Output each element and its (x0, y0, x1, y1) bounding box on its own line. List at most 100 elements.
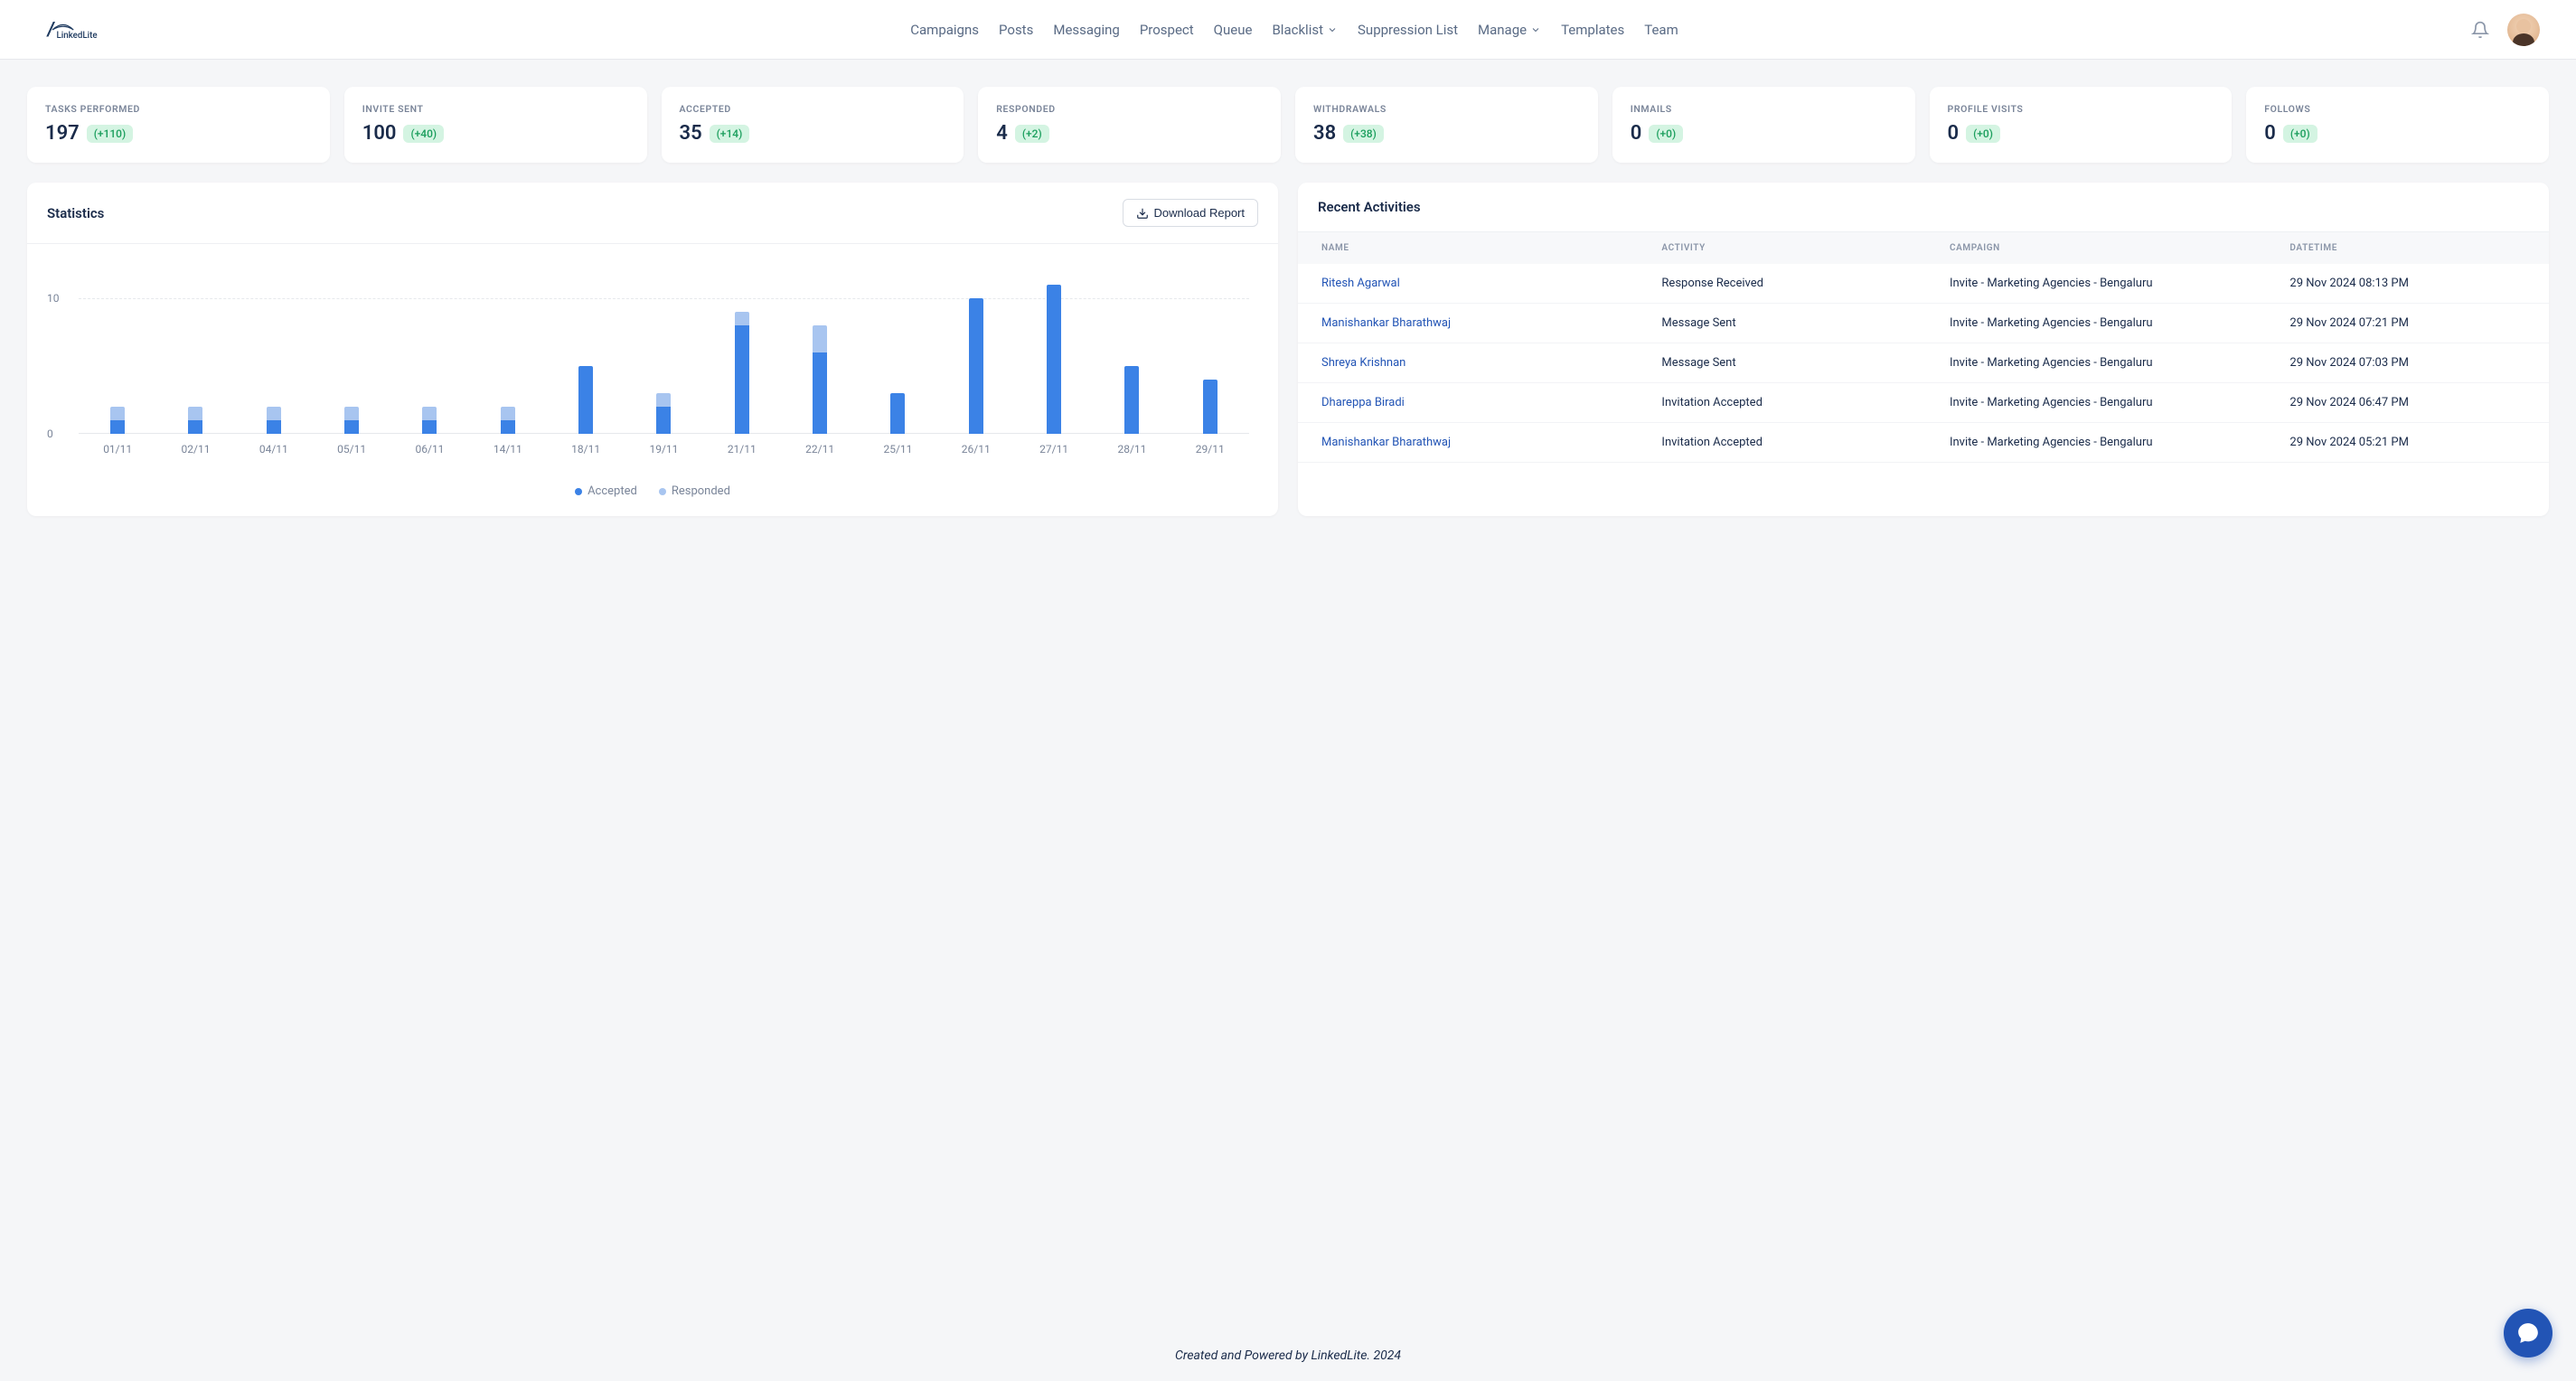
col-datetime: DATETIME (2289, 243, 2525, 253)
chart-x-tick: 19/11 (644, 443, 682, 456)
chart-x-tick: 06/11 (410, 443, 448, 456)
stat-label: PROFILE VISITS (1948, 103, 2214, 115)
chart-x-tick: 27/11 (1035, 443, 1073, 456)
chart-bar (1124, 271, 1139, 434)
chart-bar (656, 271, 671, 434)
chevron-down-icon (1530, 24, 1541, 35)
nav-prospect[interactable]: Prospect (1140, 22, 1194, 38)
nav-templates[interactable]: Templates (1561, 22, 1624, 38)
chart-area: 0 10 01/1102/1104/1105/1106/1114/1118/11… (27, 244, 1278, 516)
stat-value: 197 (45, 122, 80, 145)
legend-accepted: Accepted (575, 484, 637, 498)
activities-header: NAME ACTIVITY CAMPAIGN DATETIME (1298, 232, 2549, 264)
stat-label: RESPONDED (996, 103, 1263, 115)
stat-accepted: ACCEPTED 35 (+14) (662, 87, 964, 163)
chart-x-tick: 26/11 (957, 443, 995, 456)
activity-activity: Message Sent (1661, 356, 1950, 370)
activity-name-link[interactable]: Ritesh Agarwal (1321, 277, 1661, 290)
statistics-panel: Statistics Download Report 0 10 (27, 183, 1278, 516)
chart-x-tick: 28/11 (1113, 443, 1151, 456)
activity-campaign: Invite - Marketing Agencies - Bengaluru (1950, 316, 2289, 330)
activity-name-link[interactable]: Dhareppa Biradi (1321, 396, 1661, 409)
stat-value: 35 (680, 122, 702, 145)
chart-x-tick: 29/11 (1191, 443, 1229, 456)
stat-label: ACCEPTED (680, 103, 946, 115)
stat-label: INVITE SENT (362, 103, 629, 115)
bell-icon[interactable] (2471, 21, 2489, 39)
nav-campaigns[interactable]: Campaigns (910, 22, 979, 38)
nav-posts[interactable]: Posts (999, 22, 1033, 38)
stat-value: 0 (1948, 122, 1960, 145)
chart-bar (267, 271, 281, 434)
chart-y-tick: 0 (47, 427, 53, 440)
stat-label: WITHDRAWALS (1313, 103, 1580, 115)
activity-name-link[interactable]: Shreya Krishnan (1321, 356, 1661, 370)
activity-activity: Invitation Accepted (1661, 396, 1950, 409)
chart-bar (1047, 271, 1061, 434)
col-campaign: CAMPAIGN (1950, 243, 2289, 253)
stat-delta: (+0) (2283, 125, 2317, 143)
stat-delta: (+38) (1343, 125, 1384, 143)
nav-blacklist[interactable]: Blacklist (1272, 22, 1338, 38)
table-row: Ritesh AgarwalResponse ReceivedInvite - … (1298, 264, 2549, 304)
chart-bar (1203, 271, 1217, 434)
chart-x-labels: 01/1102/1104/1105/1106/1114/1118/1119/11… (79, 443, 1249, 456)
stat-label: FOLLOWS (2264, 103, 2531, 115)
nav-suppression-list[interactable]: Suppression List (1358, 22, 1458, 38)
stat-value: 0 (2264, 122, 2276, 145)
nav-manage[interactable]: Manage (1478, 22, 1541, 38)
chart-bar (188, 271, 202, 434)
stat-delta: (+2) (1015, 125, 1049, 143)
activity-datetime: 29 Nov 2024 07:21 PM (2289, 316, 2525, 330)
chart-x-tick: 04/11 (255, 443, 293, 456)
download-report-button[interactable]: Download Report (1123, 199, 1258, 227)
stat-value: 0 (1631, 122, 1642, 145)
chart-bar (969, 271, 983, 434)
activity-name-link[interactable]: Manishankar Bharathwaj (1321, 436, 1661, 449)
header-right (2471, 14, 2540, 46)
chart-x-tick: 14/11 (489, 443, 527, 456)
col-activity: ACTIVITY (1661, 243, 1950, 253)
download-report-label: Download Report (1154, 206, 1245, 220)
col-name: NAME (1321, 243, 1661, 253)
stat-tasks-performed: TASKS PERFORMED 197 (+110) (27, 87, 330, 163)
activity-campaign: Invite - Marketing Agencies - Bengaluru (1950, 396, 2289, 409)
chart-bar (422, 271, 437, 434)
activity-name-link[interactable]: Manishankar Bharathwaj (1321, 316, 1661, 330)
chart-x-tick: 21/11 (723, 443, 761, 456)
nav-queue[interactable]: Queue (1214, 22, 1253, 38)
nav-blacklist-label: Blacklist (1272, 22, 1323, 38)
legend-dot-icon (659, 488, 666, 495)
chart-y-tick: 10 (47, 292, 60, 305)
activity-datetime: 29 Nov 2024 05:21 PM (2289, 436, 2525, 449)
chart-x-tick: 25/11 (879, 443, 917, 456)
nav-messaging[interactable]: Messaging (1053, 22, 1119, 38)
panel-title: Recent Activities (1318, 199, 1421, 215)
table-row: Shreya KrishnanMessage SentInvite - Mark… (1298, 343, 2549, 383)
chart-x-tick: 02/11 (176, 443, 214, 456)
avatar[interactable] (2507, 14, 2540, 46)
chat-fab[interactable] (2504, 1309, 2552, 1358)
logo[interactable]: LinkedLite (36, 15, 118, 44)
activity-activity: Message Sent (1661, 316, 1950, 330)
nav-team[interactable]: Team (1644, 22, 1678, 38)
chart-bar (578, 271, 593, 434)
main-content: TASKS PERFORMED 197 (+110) INVITE SENT 1… (0, 60, 2576, 570)
stat-responded: RESPONDED 4 (+2) (978, 87, 1281, 163)
stat-label: TASKS PERFORMED (45, 103, 312, 115)
activity-datetime: 29 Nov 2024 07:03 PM (2289, 356, 2525, 370)
stat-delta: (+14) (710, 125, 750, 143)
chart-bar (501, 271, 515, 434)
chart-x-tick: 01/11 (99, 443, 136, 456)
chart-x-tick: 05/11 (333, 443, 371, 456)
main-nav: Campaigns Posts Messaging Prospect Queue… (910, 22, 1678, 38)
chart-legend: Accepted Responded (47, 484, 1258, 498)
stat-invite-sent: INVITE SENT 100 (+40) (344, 87, 647, 163)
nav-manage-label: Manage (1478, 22, 1527, 38)
chart-bar (344, 271, 359, 434)
activity-datetime: 29 Nov 2024 06:47 PM (2289, 396, 2525, 409)
activity-datetime: 29 Nov 2024 08:13 PM (2289, 277, 2525, 290)
recent-activities-panel: Recent Activities NAME ACTIVITY CAMPAIGN… (1298, 183, 2549, 516)
table-row: Manishankar BharathwajMessage SentInvite… (1298, 304, 2549, 343)
legend-dot-icon (575, 488, 582, 495)
